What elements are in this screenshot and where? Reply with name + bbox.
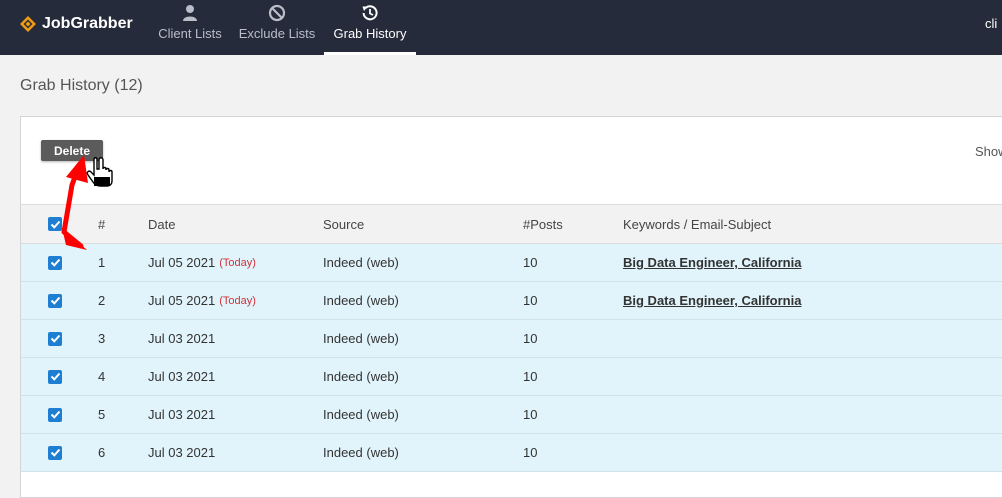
checkmark-icon: [50, 372, 60, 381]
row-checkbox[interactable]: [48, 331, 62, 346]
row-date: Jul 03 2021: [148, 445, 216, 460]
row-source: Indeed (web): [323, 407, 399, 422]
header-date[interactable]: Date: [148, 205, 175, 243]
row-source: Indeed (web): [323, 293, 399, 308]
show-entries-label: Show: [975, 144, 1002, 159]
row-number: 2: [98, 293, 106, 308]
row-checkbox[interactable]: [48, 369, 62, 384]
checkmark-icon: [50, 448, 60, 457]
row-checkbox[interactable]: [48, 407, 62, 422]
row-checkbox[interactable]: [48, 445, 62, 460]
table-row[interactable]: 2 Jul 05 2021 (Today) Indeed (web) 10 Big…: [21, 282, 1002, 320]
row-keywords-cell: Big Data Engineer, California: [623, 244, 801, 281]
table-row[interactable]: 1 Jul 05 2021 (Today) Indeed (web) 10 Big…: [21, 244, 1002, 282]
header-source[interactable]: Source: [323, 205, 364, 243]
tab-client-lists[interactable]: Client Lists: [157, 0, 223, 55]
row-date: Jul 03 2021: [148, 331, 216, 346]
row-number: 1: [98, 255, 106, 270]
select-all-cell: [48, 205, 62, 243]
delete-button[interactable]: Delete: [41, 140, 103, 161]
row-date: Jul 03 2021: [148, 407, 216, 422]
table-row[interactable]: 5 Jul 03 2021 Indeed (web) 10: [21, 396, 1002, 434]
user-menu[interactable]: cli: [985, 16, 997, 31]
checkmark-icon: [50, 220, 60, 229]
header-posts[interactable]: #Posts: [523, 205, 563, 243]
row-number: 4: [98, 369, 106, 384]
ban-icon: [268, 4, 286, 22]
row-date: Jul 05 2021: [148, 255, 216, 270]
table-row[interactable]: 6 Jul 03 2021 Indeed (web) 10: [21, 434, 1002, 472]
row-checkbox-cell: [48, 282, 62, 319]
row-posts: 10: [523, 445, 538, 460]
today-badge: (Today): [219, 256, 256, 269]
checkmark-icon: [50, 334, 60, 343]
page-title: Grab History (12): [20, 77, 143, 94]
active-tab-indicator: [324, 52, 416, 55]
row-date: Jul 03 2021: [148, 369, 216, 384]
checkmark-icon: [50, 410, 60, 419]
header-keywords[interactable]: Keywords / Email-Subject: [623, 205, 771, 243]
row-date-cell: Jul 03 2021: [148, 396, 215, 433]
row-checkbox[interactable]: [48, 255, 62, 270]
history-icon: [362, 5, 378, 21]
checkmark-icon: [50, 296, 60, 305]
table-row[interactable]: 3 Jul 03 2021 Indeed (web) 10: [21, 320, 1002, 358]
row-checkbox[interactable]: [48, 293, 62, 308]
row-posts: 10: [523, 293, 538, 308]
row-source: Indeed (web): [323, 445, 399, 460]
row-posts: 10: [523, 407, 538, 422]
row-checkbox-cell: [48, 358, 62, 395]
row-source: Indeed (web): [323, 255, 399, 270]
today-badge: (Today): [219, 294, 256, 307]
row-checkbox-cell: [48, 244, 62, 281]
row-date-cell: Jul 05 2021 (Today): [148, 282, 256, 319]
row-date-cell: Jul 03 2021: [148, 358, 215, 395]
user-icon: [183, 5, 197, 21]
tab-label: Grab History: [333, 26, 407, 41]
row-number: 5: [98, 407, 106, 422]
grab-history-panel: Delete Show # Date Source #Posts Keyword…: [20, 116, 1002, 498]
checkmark-icon: [50, 258, 60, 267]
brand-name: JobGrabber: [42, 15, 133, 32]
keywords-link[interactable]: Big Data Engineer, California: [623, 255, 801, 270]
row-number: 3: [98, 331, 106, 346]
header-number[interactable]: #: [98, 205, 105, 243]
row-date: Jul 05 2021: [148, 293, 216, 308]
row-date-cell: Jul 03 2021: [148, 434, 215, 471]
history-table: # Date Source #Posts Keywords / Email-Su…: [21, 204, 1002, 472]
keywords-link[interactable]: Big Data Engineer, California: [623, 293, 801, 308]
row-checkbox-cell: [48, 320, 62, 357]
top-navbar: JobGrabber Client Lists Exclude Lists Gr…: [0, 0, 1002, 55]
tab-label: Exclude Lists: [238, 26, 316, 41]
row-number: 6: [98, 445, 106, 460]
jobgrabber-logo-icon: [20, 16, 36, 32]
row-date-cell: Jul 03 2021: [148, 320, 215, 357]
row-date-cell: Jul 05 2021 (Today): [148, 244, 256, 281]
select-all-checkbox[interactable]: [48, 217, 62, 231]
row-source: Indeed (web): [323, 331, 399, 346]
row-posts: 10: [523, 255, 538, 270]
row-source: Indeed (web): [323, 369, 399, 384]
tab-label: Client Lists: [158, 26, 222, 41]
row-posts: 10: [523, 331, 538, 346]
row-keywords-cell: Big Data Engineer, California: [623, 282, 801, 319]
tab-exclude-lists[interactable]: Exclude Lists: [238, 0, 316, 55]
row-posts: 10: [523, 369, 538, 384]
row-checkbox-cell: [48, 434, 62, 471]
tab-grab-history[interactable]: Grab History: [324, 0, 416, 55]
row-checkbox-cell: [48, 396, 62, 433]
table-header: # Date Source #Posts Keywords / Email-Su…: [21, 204, 1002, 244]
brand[interactable]: JobGrabber: [20, 14, 133, 34]
table-row[interactable]: 4 Jul 03 2021 Indeed (web) 10: [21, 358, 1002, 396]
